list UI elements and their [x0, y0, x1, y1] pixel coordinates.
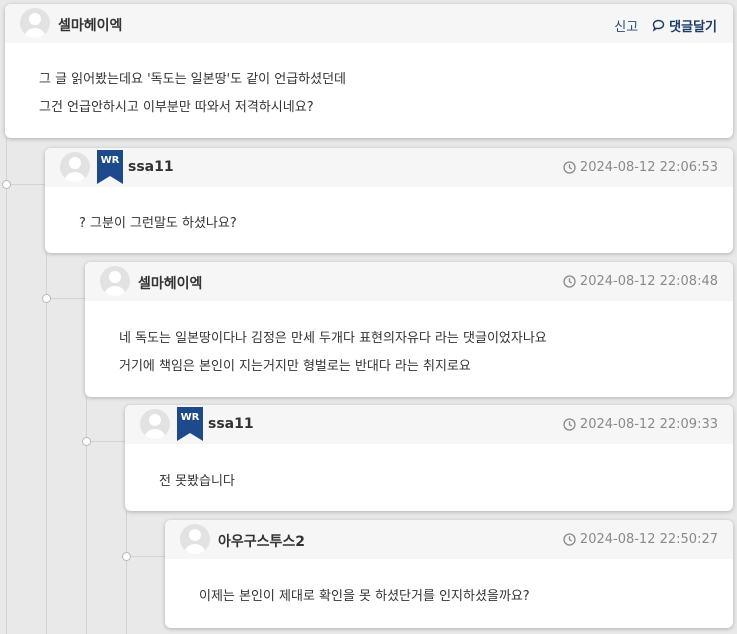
- reply-label: 댓글달기: [669, 20, 717, 35]
- author-name[interactable]: 셀마헤이엑: [58, 15, 122, 35]
- clock-icon: [563, 275, 576, 288]
- comment-text: 이제는 본인이 제대로 확인을 못 하셨단거를 인지하셨을까요?: [199, 589, 530, 604]
- author-name[interactable]: ssa11: [128, 159, 174, 175]
- comment-card: 셀마헤이엑 2024-08-12 22:08:48 네 독도는 일본땅이다나 김…: [85, 262, 733, 397]
- thread-connector: [86, 441, 125, 442]
- clock-icon: [563, 533, 576, 546]
- timestamp-text: 2024-08-12 22:50:27: [579, 532, 718, 547]
- thread-line: [6, 138, 7, 634]
- clock-icon: [563, 161, 576, 174]
- reply-button[interactable]: 댓글달기: [652, 16, 717, 35]
- writer-badge: WR: [177, 407, 203, 441]
- comment-card: WR ssa11 2024-08-12 22:09:33 전 못봤습니다: [125, 405, 733, 511]
- comment-header: WR ssa11 2024-08-12 22:06:53: [45, 148, 733, 187]
- comment-card: 셀마헤이엑 신고 댓글달기 그 글 읽어봤는데요 '독도는 일본땅'도 같이 언…: [5, 4, 733, 138]
- clock-icon: [563, 418, 576, 431]
- comment-text: 전 못봤습니다: [159, 474, 235, 489]
- writer-badge: WR: [97, 150, 123, 184]
- comment-card: WR ssa11 2024-08-12 22:06:53 ? 그분이 그런말도 …: [45, 148, 733, 253]
- comment-text: 네 독도는 일본땅이다나 김정은 만세 두개다 표현의자유다 라는 댓글이었자나…: [119, 331, 547, 346]
- comment-header: 아우구스투스2 2024-08-12 22:50:27: [165, 520, 733, 559]
- speech-bubble-icon: [652, 19, 665, 32]
- author-name[interactable]: ssa11: [208, 416, 254, 432]
- comment-text: 그 글 읽어봤는데요 '독도는 일본땅'도 같이 언급하셨던데: [39, 72, 347, 87]
- comment-text: 거기에 책임은 본인이 지는거지만 형벌로는 반대다 라는 취지로요: [119, 359, 471, 374]
- thread-line: [46, 253, 47, 634]
- avatar-icon[interactable]: [60, 152, 90, 182]
- avatar-icon[interactable]: [20, 8, 50, 38]
- author-name[interactable]: 셀마헤이엑: [138, 273, 202, 293]
- comment-header: 셀마헤이엑 2024-08-12 22:08:48: [85, 262, 733, 301]
- author-name[interactable]: 아우구스투스2: [218, 531, 305, 551]
- comment-text: 그건 언급안하시고 이부분만 따와서 저격하시네요?: [39, 100, 314, 115]
- thread-node: [2, 180, 11, 189]
- thread-node: [82, 437, 91, 446]
- avatar-icon[interactable]: [140, 409, 170, 439]
- thread-line: [86, 397, 87, 634]
- comment-card: 아우구스투스2 2024-08-12 22:50:27 이제는 본인이 제대로 …: [165, 520, 733, 628]
- thread-line: [126, 511, 127, 634]
- writer-badge-label: WR: [100, 155, 120, 166]
- timestamp-text: 2024-08-12 22:09:33: [579, 417, 718, 432]
- timestamp: 2024-08-12 22:06:53: [563, 160, 718, 175]
- timestamp: 2024-08-12 22:50:27: [563, 532, 718, 547]
- avatar-icon[interactable]: [100, 266, 130, 296]
- thread-connector: [46, 298, 85, 299]
- avatar-icon[interactable]: [180, 524, 210, 554]
- comment-text: ? 그분이 그런말도 하셨나요?: [79, 216, 237, 231]
- writer-badge-label: WR: [180, 412, 200, 423]
- comment-header: WR ssa11 2024-08-12 22:09:33: [125, 405, 733, 444]
- timestamp-text: 2024-08-12 22:08:48: [579, 274, 718, 289]
- timestamp: 2024-08-12 22:09:33: [563, 417, 718, 432]
- timestamp-text: 2024-08-12 22:06:53: [579, 160, 718, 175]
- thread-connector: [126, 556, 165, 557]
- report-button[interactable]: 신고: [614, 16, 638, 35]
- comment-actions: 신고 댓글달기: [614, 16, 717, 35]
- thread-connector: [6, 184, 45, 185]
- comment-header: 셀마헤이엑 신고 댓글달기: [5, 4, 733, 43]
- thread-node: [122, 552, 131, 561]
- thread-node: [42, 294, 51, 303]
- timestamp: 2024-08-12 22:08:48: [563, 274, 718, 289]
